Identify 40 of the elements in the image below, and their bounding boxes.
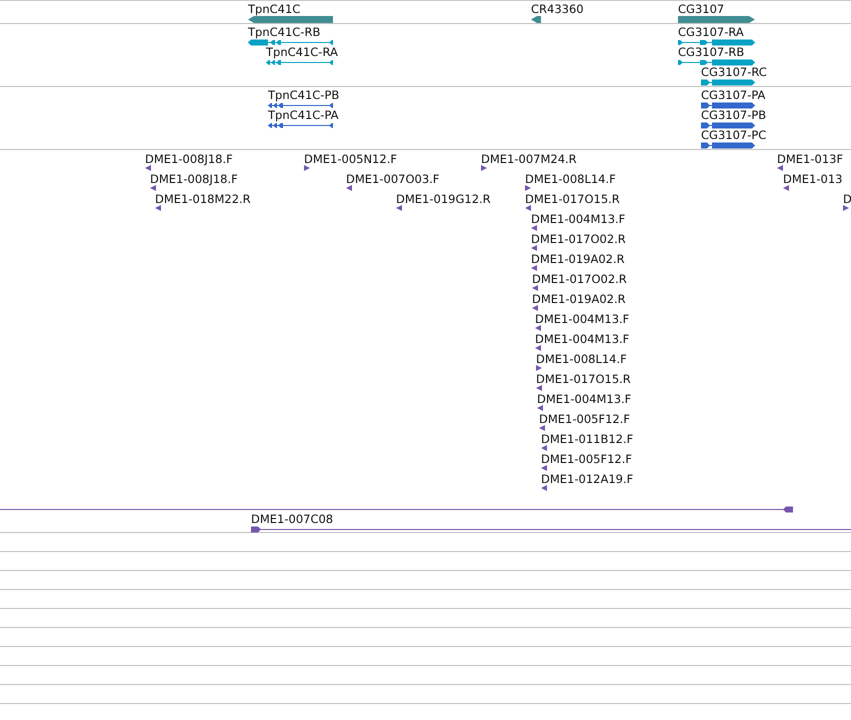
feature-label: DME1-017O15.R xyxy=(536,373,631,386)
feature-label: DME1-019G12.R xyxy=(396,193,491,206)
feature-label: TpnC41C-PA xyxy=(268,109,339,122)
feature-label: DME1-008L14.F xyxy=(525,173,616,186)
feature-label: DME1-004M13.F xyxy=(531,213,626,226)
feature-label: DME1-019A02.R xyxy=(531,253,625,266)
feature-label: DME1-017O02.R xyxy=(532,273,627,286)
feature-label: DME1-005F12.F xyxy=(539,413,630,426)
feature-label: DME1-011B12.F xyxy=(541,433,634,446)
feature-label: CG3107-PA xyxy=(701,89,766,102)
feature-label: DME1-013F xyxy=(777,153,844,166)
feature-label: DME1-007O03.F xyxy=(346,173,440,186)
feature-label: CG3107-RB xyxy=(678,46,744,59)
feature-label: CR43360 xyxy=(531,3,584,16)
feature-label: CG3107-RC xyxy=(701,66,767,79)
feature-label: DME1-019A02.R xyxy=(532,293,626,306)
feature-label: DME1-017O15.R xyxy=(525,193,620,206)
feature-label: DME1-012A19.F xyxy=(541,473,634,486)
feature-label: CG3107-RA xyxy=(678,26,744,39)
feature-label: DME1-007C08 xyxy=(251,513,334,526)
feature-label: DME1-005N12.F xyxy=(304,153,397,166)
feature-label: DME1-007M24.R xyxy=(481,153,577,166)
feature-label: TpnC41C xyxy=(248,3,300,16)
feature-label: TpnC41C-RA xyxy=(266,46,338,59)
feature-label: DME1-005F12.F xyxy=(541,453,632,466)
feature-label: DME1-017O02.R xyxy=(531,233,626,246)
feature-label: DME1-008J18.F xyxy=(145,153,233,166)
feature-label: DME1-004M13.F xyxy=(535,313,630,326)
feature-label: DME1-018M22.R xyxy=(155,193,251,206)
feature-label: DME1-008L14.F xyxy=(536,353,627,366)
feature-label: DME1-004M13.F xyxy=(535,333,630,346)
feature-label: DME1-004M13.F xyxy=(537,393,632,406)
feature-label: TpnC41C-RB xyxy=(248,26,320,39)
feature-label: CG3107-PC xyxy=(701,129,766,142)
feature-label: DME1-013 xyxy=(783,173,842,186)
feature-label: CG3107-PB xyxy=(701,109,766,122)
feature-label: DME1-008J18.F xyxy=(150,173,238,186)
feature-label: CG3107 xyxy=(678,3,724,16)
feature-label: TpnC41C-PB xyxy=(268,89,340,102)
feature-label: D xyxy=(843,193,851,206)
